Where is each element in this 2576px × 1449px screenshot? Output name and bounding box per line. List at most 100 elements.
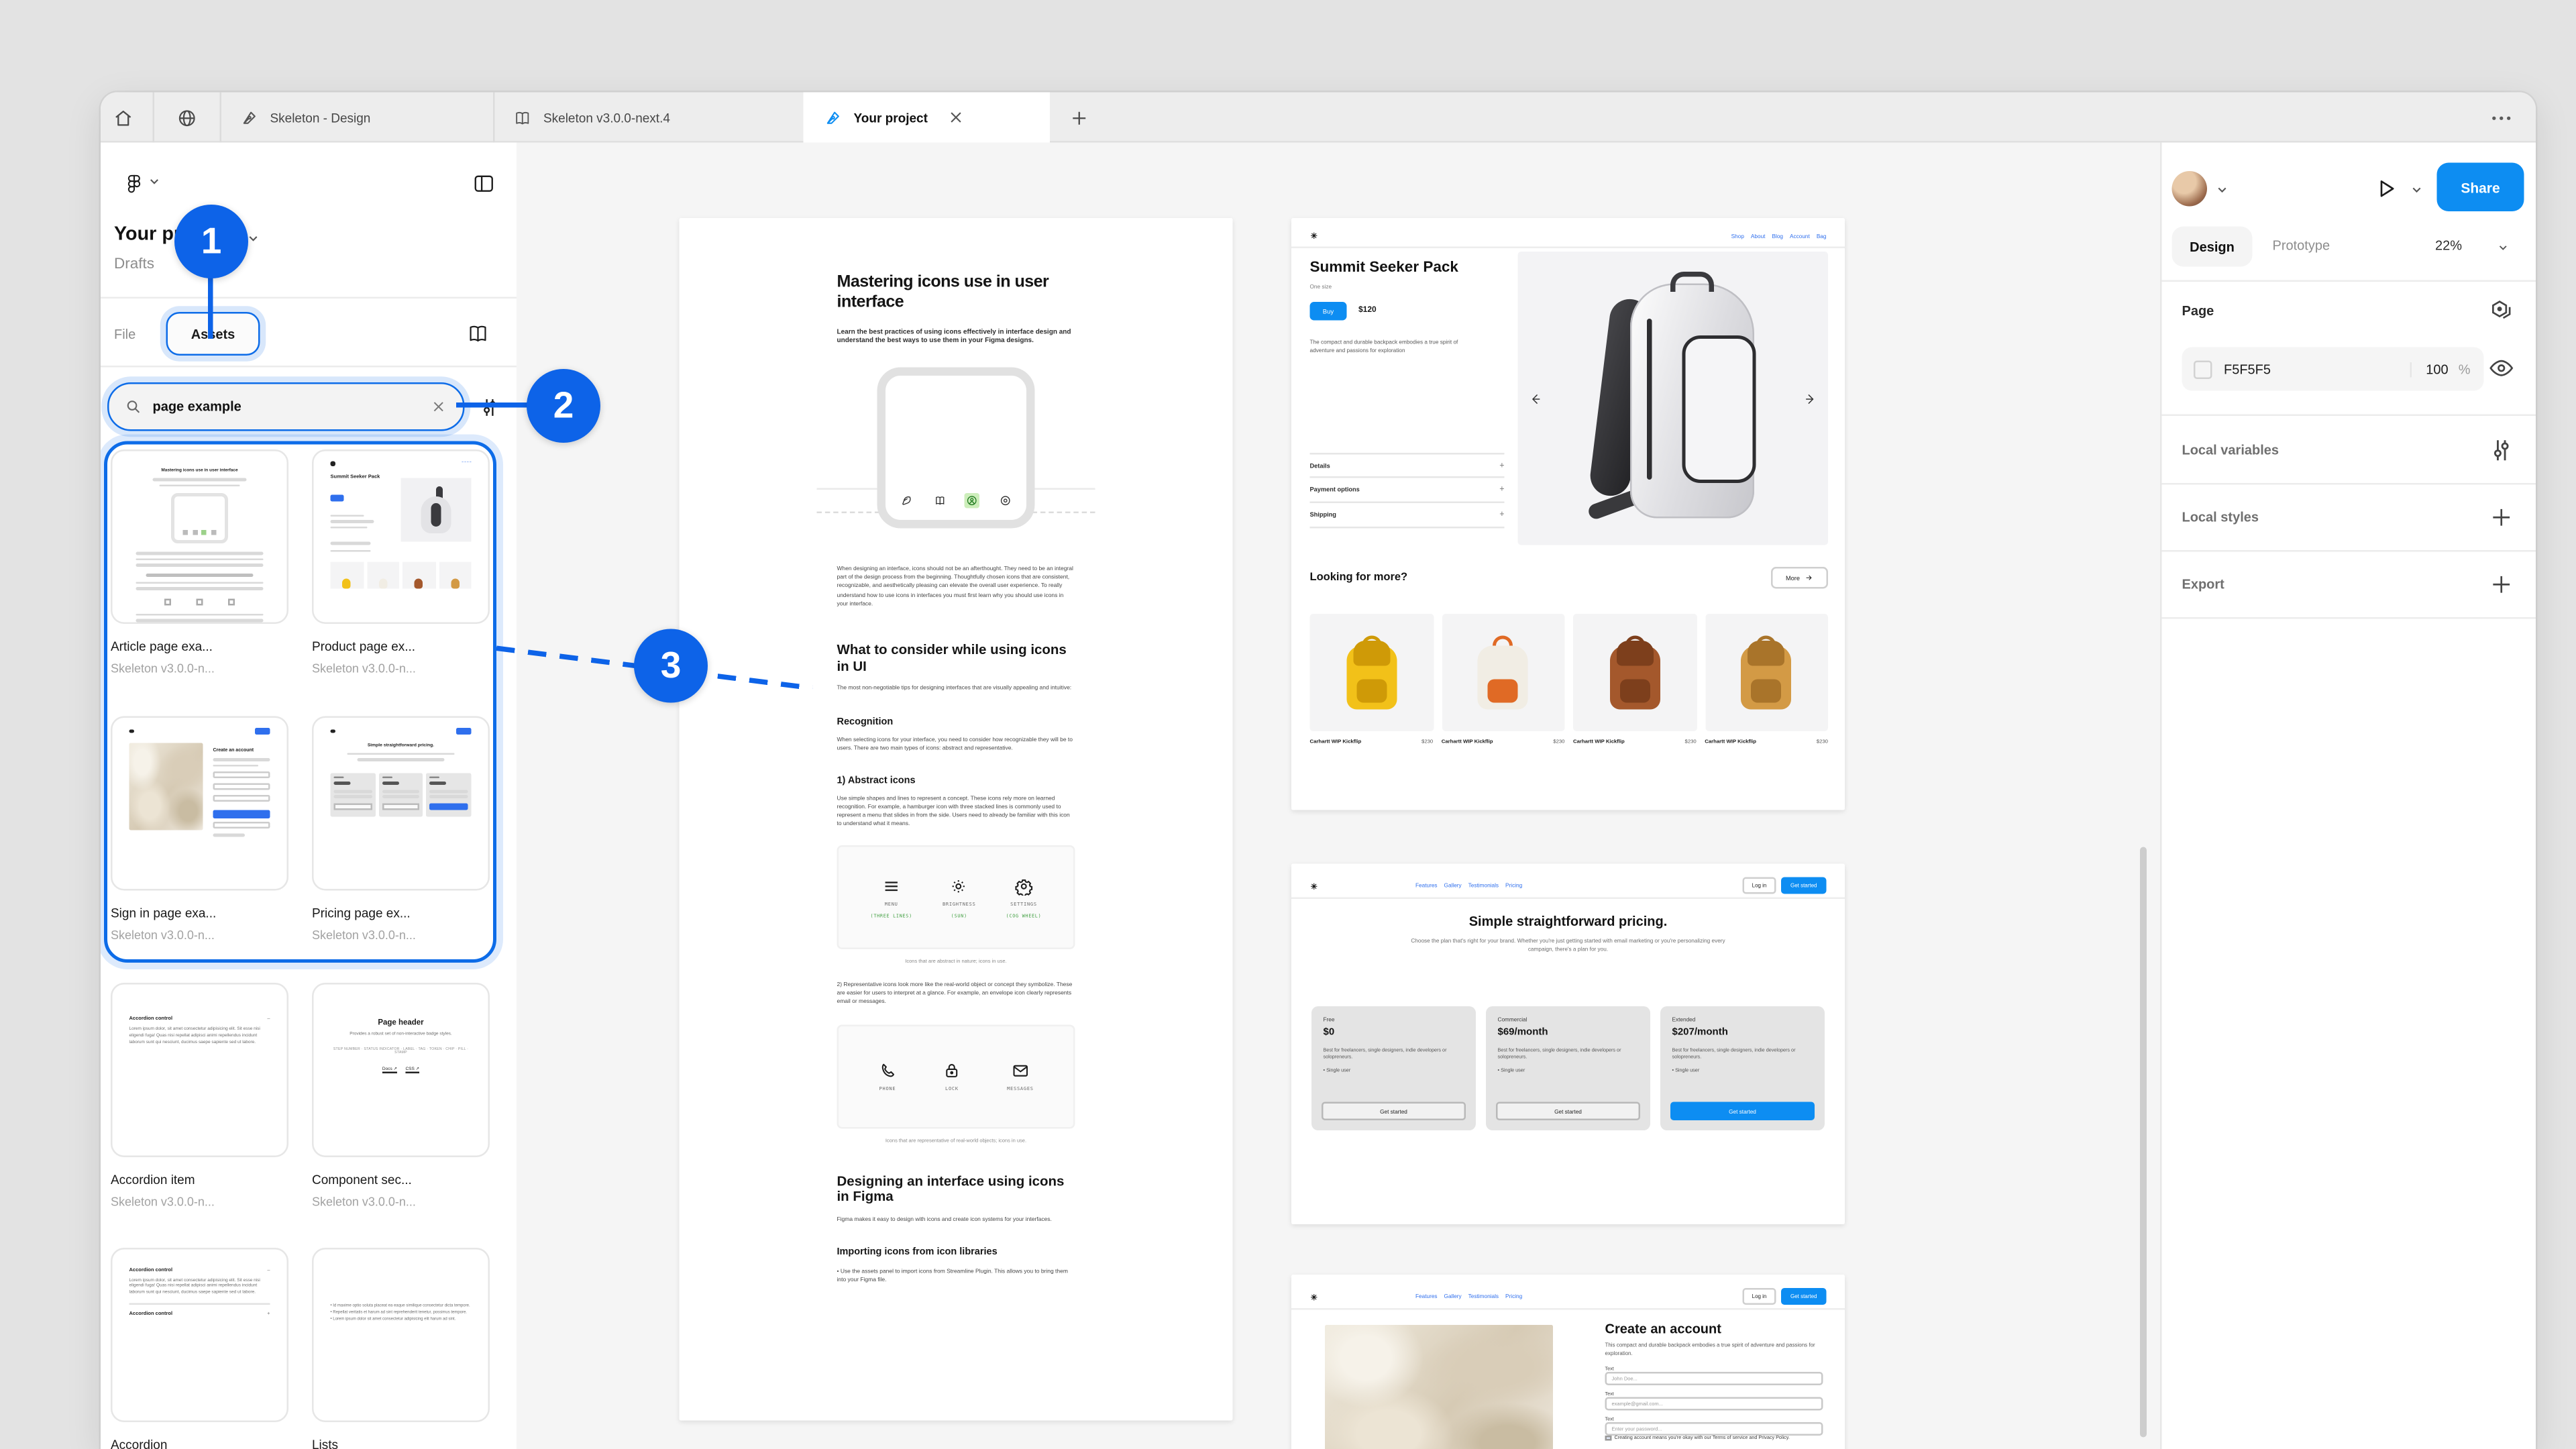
plus-icon xyxy=(1067,107,1089,129)
canvas-scrollbar[interactable] xyxy=(2140,847,2147,1438)
product-card: Carhartt WIP Kickflip$230 xyxy=(1310,614,1434,745)
article-paragraph: Use simple shapes and lines to represent… xyxy=(837,794,1075,828)
chevron-down-icon[interactable] xyxy=(146,173,163,190)
article-intro: Learn the best practices of using icons … xyxy=(837,326,1075,345)
home-button[interactable] xyxy=(104,99,141,136)
zoom-level[interactable]: 22% xyxy=(2435,238,2462,254)
chevron-down-icon[interactable] xyxy=(2408,181,2425,198)
avatar[interactable] xyxy=(2172,171,2208,207)
left-sidebar: Your project Drafts File Assets page exa… xyxy=(101,143,517,1449)
page-section-label: Page xyxy=(2182,304,2214,319)
frame-article-page[interactable]: Mastering icons use in user interface Le… xyxy=(680,218,1233,1421)
share-button[interactable]: Share xyxy=(2437,163,2524,212)
close-icon[interactable] xyxy=(946,107,966,127)
chevron-down-icon[interactable] xyxy=(2214,181,2231,198)
tab-skeleton-v3[interactable]: Skeleton v3.0.0-next.4 xyxy=(493,93,804,143)
icon-label: BRIGHTNESS xyxy=(943,900,976,907)
tab-assets-label: Assets xyxy=(191,326,235,341)
asset-article-page[interactable]: Mastering icons use in user interface xyxy=(111,449,288,676)
asset-accordion[interactable]: Accordion control– Lorem ipsum dolor, si… xyxy=(111,1248,288,1449)
asset-component-section[interactable]: Page header Provides a robust set of non… xyxy=(312,983,490,1210)
get-started-button: Get started xyxy=(1781,1288,1827,1305)
more-menu-button[interactable] xyxy=(2482,99,2519,136)
clear-search-icon[interactable] xyxy=(429,398,448,417)
styles-library-icon[interactable] xyxy=(2487,297,2516,326)
new-tab-button[interactable] xyxy=(1060,99,1097,136)
asset-library: Skeleton v3.0.0-n... xyxy=(312,928,490,943)
present-button[interactable] xyxy=(2367,170,2404,207)
tab-your-project[interactable]: Your project xyxy=(804,93,1051,143)
add-export-icon[interactable] xyxy=(2487,570,2516,599)
asset-product-page[interactable]: ⎯ ⎯ ⎯ ⎯ Summit Seeker Pack xyxy=(312,449,490,676)
product-description: The compact and durable backpack embodie… xyxy=(1310,339,1471,356)
page-color-row[interactable]: F5F5F5 100 % xyxy=(2182,347,2484,391)
arrow-left-icon xyxy=(1528,391,1544,407)
pricing-heading: Simple straightforward pricing. xyxy=(1291,914,1845,930)
plan-cta-button: Get started xyxy=(1322,1102,1466,1121)
divider xyxy=(101,297,517,299)
product-size: One size xyxy=(1310,284,1332,290)
article-heading: 1) Abstract icons xyxy=(837,776,1075,786)
looking-for-more-heading: Looking for more? xyxy=(1310,572,1408,584)
product-accordion: Details+ Payment options+ Shipping+ xyxy=(1310,453,1505,529)
sliders-icon[interactable] xyxy=(2487,436,2516,465)
tab-prototype[interactable]: Prototype xyxy=(2273,238,2330,254)
frame-pricing-page[interactable]: Features Gallery Testimonials Pricing Lo… xyxy=(1291,864,1845,1225)
tab-file[interactable]: File xyxy=(114,327,136,343)
tab-skeleton-design[interactable]: Skeleton - Design xyxy=(220,93,494,143)
community-button[interactable] xyxy=(168,99,205,136)
product-card: Carhartt WIP Kickflip$230 xyxy=(1442,614,1565,745)
frame-signin-page[interactable]: Features Gallery Testimonials Pricing Lo… xyxy=(1291,1275,1845,1449)
icon-sublabel: (THREE LINES) xyxy=(871,912,912,918)
filter-button[interactable] xyxy=(472,389,508,426)
book-small-icon xyxy=(932,493,947,508)
asset-signin-page[interactable]: Create an account Sign in page e xyxy=(111,716,288,943)
thumb-title: Page header xyxy=(331,1018,472,1027)
panel-toggle-button[interactable] xyxy=(465,164,502,201)
login-button: Log in xyxy=(1743,1288,1776,1305)
color-swatch[interactable] xyxy=(2194,360,2212,378)
product-card: Carhartt WIP Kickflip$230 xyxy=(1705,614,1828,745)
search-value: page example xyxy=(153,399,241,415)
nav-link: Testimonials xyxy=(1468,1293,1499,1300)
percent-sign: % xyxy=(2459,362,2471,377)
arrow-right-icon xyxy=(1803,391,1819,407)
menu-icon xyxy=(882,877,901,896)
asset-thumbnail: Page header Provides a robust set of non… xyxy=(312,983,490,1157)
asset-name: Lists xyxy=(312,1438,490,1449)
toolbar-divider xyxy=(153,93,155,143)
page-color-value[interactable]: F5F5F5 xyxy=(2224,362,2271,377)
chevron-down-icon[interactable] xyxy=(2496,240,2511,256)
asset-pricing-page[interactable]: Simple straightforward pricing. Pricing … xyxy=(312,716,490,943)
article-heading: What to consider while using icons in UI xyxy=(837,642,1075,675)
product-card: Carhartt WIP Kickflip$230 xyxy=(1573,614,1697,745)
search-input[interactable]: page example xyxy=(107,382,465,431)
pen-nib-icon xyxy=(240,108,259,127)
accordion-label: Payment options xyxy=(1310,486,1360,493)
asset-lists[interactable]: Id maxime optio soluta placeat ea eaque … xyxy=(312,1248,490,1449)
frame-product-page[interactable]: Shop About Blog Account Bag Summit Seeke… xyxy=(1291,218,1845,810)
library-button[interactable] xyxy=(460,315,496,352)
thumb-list-item: Repellat veritatis et harum ad sint repr… xyxy=(331,1310,472,1317)
step2-connector xyxy=(456,402,533,407)
thumb-badges: STEP NUMBER · STATUS INDICATOR · LABEL ·… xyxy=(331,1048,472,1055)
asset-library: Skeleton v3.0.0-n... xyxy=(111,1194,288,1210)
thumb-body: Lorem ipsum dolor, sit amet consectetur … xyxy=(129,1026,270,1046)
export-label: Export xyxy=(2182,577,2224,592)
name-field: John Doe... xyxy=(1605,1372,1823,1385)
opacity-value[interactable]: 100 xyxy=(2409,362,2448,377)
tab-assets[interactable]: Assets xyxy=(166,312,260,356)
article-paragraph: The most non-negotiable tips for designi… xyxy=(837,685,1075,694)
local-variables-label: Local variables xyxy=(2182,443,2279,458)
add-style-icon[interactable] xyxy=(2487,503,2516,532)
product-title: Summit Seeker Pack xyxy=(1310,258,1458,275)
tab-design[interactable]: Design xyxy=(2172,227,2253,267)
asset-accordion-item[interactable]: Accordion control– Lorem ipsum dolor, si… xyxy=(111,983,288,1210)
article-paragraph: • Use the assets panel to import icons f… xyxy=(837,1269,1075,1286)
eye-icon[interactable] xyxy=(2487,354,2516,383)
plan-card-commercial: Commercial $69/month Best for freelancer… xyxy=(1486,1006,1650,1130)
nav-link: Blog xyxy=(1772,232,1783,239)
thumb-list-item: Id maxime optio soluta placeat ea eaque … xyxy=(331,1303,472,1310)
field-label: Text xyxy=(1605,1365,1614,1372)
canvas[interactable]: Mastering icons use in user interface Le… xyxy=(517,143,2160,1449)
